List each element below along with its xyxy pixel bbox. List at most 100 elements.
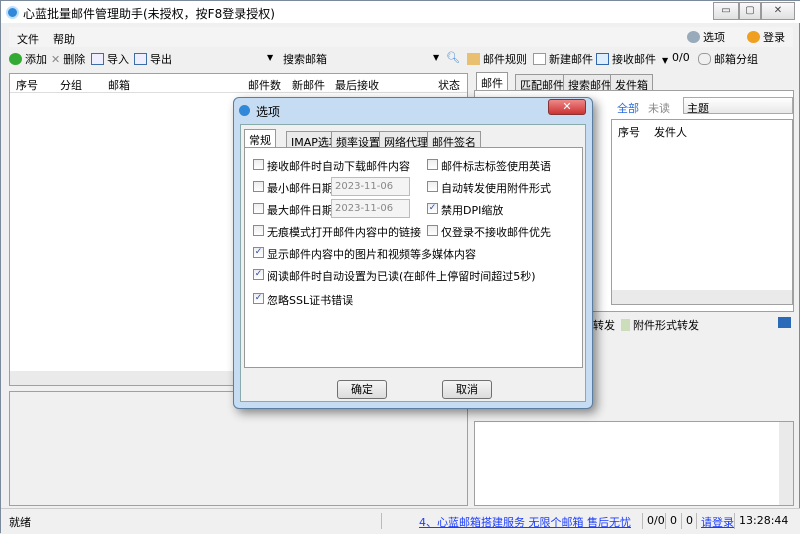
add-button[interactable]: 添加 xyxy=(9,51,47,67)
col-index[interactable]: 序号 xyxy=(618,124,640,140)
minimize-button[interactable]: ▭ xyxy=(713,2,739,20)
chevron-down-icon[interactable]: ▼ xyxy=(662,56,668,65)
option-checkbox[interactable]: ✓ xyxy=(253,269,264,280)
tab-proxy[interactable]: 网络代理 xyxy=(379,131,433,149)
window-title: 心蓝批量邮件管理助手(未授权，按F8登录授权) xyxy=(23,7,275,21)
option-checkbox[interactable] xyxy=(427,159,438,170)
cancel-button[interactable]: 取消 xyxy=(442,380,492,399)
tab-general[interactable]: 常规 xyxy=(244,129,276,148)
vertical-scrollbar[interactable] xyxy=(779,422,793,505)
menu-help[interactable]: 帮助 xyxy=(53,31,75,47)
option-checkbox[interactable] xyxy=(253,225,264,236)
date-picker[interactable]: 2023-11-06 xyxy=(331,199,410,218)
new-mail-button[interactable]: 新建邮件 xyxy=(533,51,593,67)
option-label: 自动转发使用附件形式 xyxy=(441,182,551,195)
filter-all[interactable]: 全部 xyxy=(617,100,639,116)
col-new-mail[interactable]: 新邮件 xyxy=(292,77,325,93)
col-group[interactable]: 分组 xyxy=(60,77,82,93)
subject-field-select[interactable]: 主题 xyxy=(683,97,793,115)
receive-count: 0/0 xyxy=(672,51,690,64)
gear-icon xyxy=(687,31,700,43)
search-mailbox-input[interactable]: ▼ 搜索邮箱 ▼ xyxy=(267,51,441,67)
close-button[interactable]: ✕ xyxy=(761,2,795,20)
attach-forward-button[interactable]: 附件形式转发 xyxy=(621,317,699,333)
receive-mail-label: 接收邮件 xyxy=(612,53,656,66)
option-checkbox[interactable]: ✓ xyxy=(253,293,264,304)
dialog-title: 选项 xyxy=(256,105,281,119)
horizontal-scrollbar[interactable] xyxy=(612,290,792,304)
mailbox-group-button[interactable]: 邮箱分组 xyxy=(698,51,758,67)
login-link[interactable]: 请登录 xyxy=(701,514,734,530)
login-button[interactable]: 登录 xyxy=(747,29,785,45)
ad-link[interactable]: 4、心蓝邮箱搭建服务 无限个邮箱 售后无忧 xyxy=(419,514,631,530)
col-index[interactable]: 序号 xyxy=(16,77,38,93)
user-icon xyxy=(747,31,760,43)
delete-label: 删除 xyxy=(63,53,86,66)
col-last-received[interactable]: 最后接收 xyxy=(335,77,379,93)
add-label: 添加 xyxy=(25,53,47,66)
col-mailbox[interactable]: 邮箱 xyxy=(108,77,130,93)
option-label: 无痕模式打开邮件内容中的链接 xyxy=(267,226,421,239)
status-text: 就绪 xyxy=(9,516,31,529)
dialog-close-button[interactable]: ✕ xyxy=(548,99,586,115)
status-count-3: 0 xyxy=(686,514,693,527)
tab-signature[interactable]: 邮件签名 xyxy=(427,131,481,149)
forward-button[interactable]: 转发 xyxy=(593,317,615,333)
option-label: 邮件标志标签使用英语 xyxy=(441,160,551,173)
export-label: 导出 xyxy=(150,53,172,66)
tab-search-mail[interactable]: 搜索邮件 xyxy=(563,74,617,92)
status-count-1: 0/0 xyxy=(647,514,665,527)
mailbox-group-label: 邮箱分组 xyxy=(714,53,758,66)
option-label: 忽略SSL证书错误 xyxy=(267,294,354,307)
mail-rules-button[interactable]: 邮件规则 xyxy=(467,51,527,67)
mail-content-area[interactable] xyxy=(474,421,794,506)
option-checkbox[interactable] xyxy=(253,203,264,214)
col-sender[interactable]: 发件人 xyxy=(654,124,687,140)
import-icon xyxy=(91,53,104,65)
export-button[interactable]: 导出 xyxy=(134,51,172,67)
app-icon xyxy=(239,105,250,116)
status-count-2: 0 xyxy=(670,514,677,527)
maximize-button[interactable]: ▢ xyxy=(739,2,761,20)
option-label: 仅登录不接收邮件优先 xyxy=(441,226,551,239)
option-label: 显示邮件内容中的图片和视频等多媒体内容 xyxy=(267,248,476,261)
menu-bar: 文件 帮助 xyxy=(9,27,793,47)
options-button[interactable]: 选项 xyxy=(687,29,725,45)
option-label: 接收邮件时自动下载邮件内容 xyxy=(267,160,410,173)
ok-button[interactable]: 确定 xyxy=(337,380,387,399)
login-label: 登录 xyxy=(763,31,785,44)
option-checkbox[interactable]: ✓ xyxy=(253,247,264,258)
filter-unread[interactable]: 未读 xyxy=(648,100,670,116)
options-label: 选项 xyxy=(703,31,725,44)
title-bar: 心蓝批量邮件管理助手(未授权，按F8登录授权) ▭ ▢ ✕ xyxy=(1,1,800,23)
tab-matched-mail[interactable]: 匹配邮件 xyxy=(515,74,569,92)
import-button[interactable]: 导入 xyxy=(91,51,129,67)
mail-rules-label: 邮件规则 xyxy=(483,53,527,66)
folder-icon xyxy=(467,53,480,65)
mailbox-list-header: 序号 分组 邮箱 邮件数 新邮件 最后接收 状态 xyxy=(10,74,467,93)
menu-file[interactable]: 文件 xyxy=(17,31,39,47)
import-label: 导入 xyxy=(107,53,129,66)
option-checkbox[interactable]: ✓ xyxy=(427,203,438,214)
layout-icon[interactable] xyxy=(778,317,791,328)
general-tab-panel: 接收邮件时自动下载邮件内容 邮件标志标签使用英语 最小邮件日期 2023-11-06 自… xyxy=(244,147,583,368)
mail-table[interactable]: 序号 发件人 xyxy=(611,119,793,305)
receive-mail-button[interactable]: 接收邮件 ▼ xyxy=(596,51,668,67)
search-icon[interactable]: 🔍︎ xyxy=(446,51,460,64)
option-checkbox[interactable] xyxy=(253,159,264,170)
search-placeholder: 搜索邮箱 xyxy=(283,53,327,66)
option-checkbox[interactable] xyxy=(427,225,438,236)
option-checkbox[interactable] xyxy=(253,181,264,192)
delete-icon: ✕ xyxy=(51,53,61,66)
col-mail-count[interactable]: 邮件数 xyxy=(248,77,281,93)
col-status[interactable]: 状态 xyxy=(438,77,460,93)
delete-button[interactable]: ✕ 删除 xyxy=(51,51,85,67)
tab-frequency[interactable]: 频率设置 xyxy=(331,131,385,149)
tab-outbox[interactable]: 发件箱 xyxy=(610,74,653,92)
date-picker[interactable]: 2023-11-06 xyxy=(331,177,410,196)
dialog-body: 常规 IMAP选项 频率设置 网络代理 邮件签名 接收邮件时自动下载邮件内容 邮件… xyxy=(240,124,586,402)
tab-mail[interactable]: 邮件 xyxy=(476,72,508,91)
option-label: 阅读邮件时自动设置为已读(在邮件上停留时间超过5秒) xyxy=(267,270,536,283)
option-label: 最大邮件日期 xyxy=(267,204,333,217)
option-checkbox[interactable] xyxy=(427,181,438,192)
